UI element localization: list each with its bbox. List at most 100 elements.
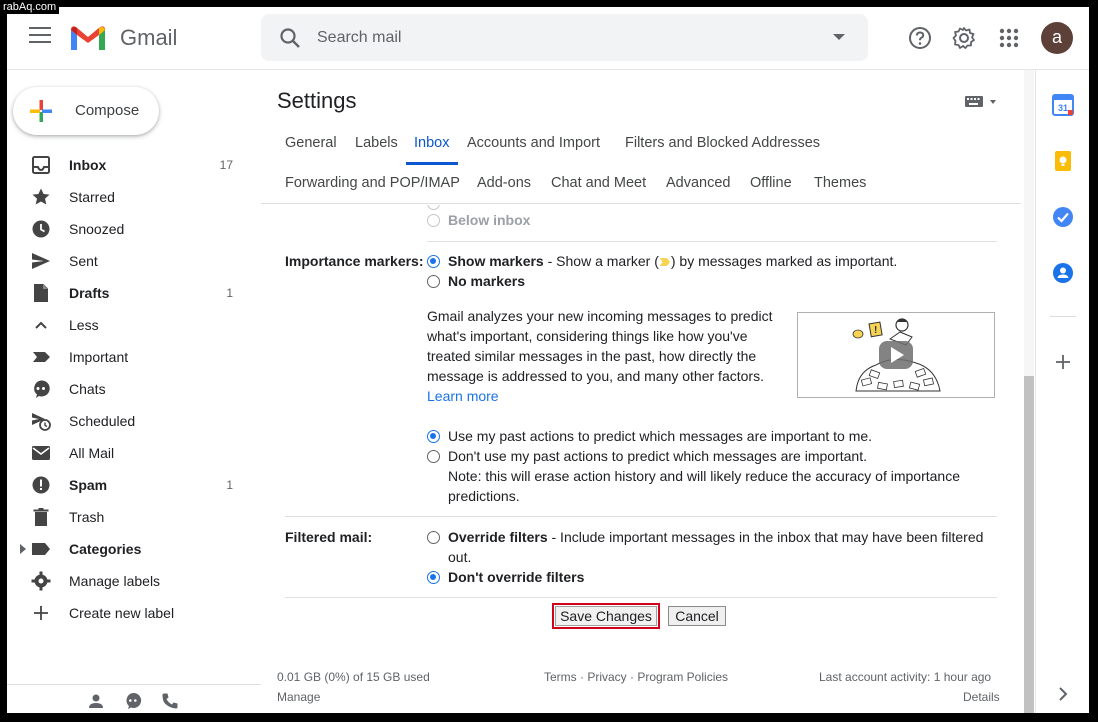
- sidebar-item-label: Less: [69, 317, 99, 333]
- radio-override-filters[interactable]: [427, 531, 440, 544]
- sidebar-item-scheduled[interactable]: Scheduled: [7, 405, 257, 437]
- sidebar-item-label: Trash: [69, 509, 105, 525]
- tab-themes[interactable]: Themes: [814, 175, 866, 191]
- tab-general[interactable]: General: [285, 135, 337, 151]
- sidebar-item-snoozed[interactable]: Snoozed: [7, 213, 257, 245]
- keep-icon[interactable]: [1052, 150, 1074, 172]
- sidebar-item-important[interactable]: Important: [7, 341, 257, 373]
- trash-icon: [33, 508, 49, 526]
- importance-illustration-icon: !: [852, 318, 941, 392]
- chevron-right-icon[interactable]: [1052, 683, 1074, 705]
- no-markers-label: No markers: [448, 273, 526, 289]
- sidebar-item-drafts[interactable]: Drafts 1: [7, 277, 257, 309]
- inbox-icon: [32, 156, 50, 174]
- note-text: Note: this will erase action history and…: [448, 468, 961, 484]
- tab-chat-meet[interactable]: Chat and Meet: [551, 175, 646, 191]
- contacts-icon[interactable]: [1052, 262, 1074, 284]
- note-text-cont: predictions.: [448, 488, 520, 504]
- calendar-icon[interactable]: 31: [1052, 94, 1074, 116]
- radio-no-markers[interactable]: [427, 275, 440, 288]
- radio-use-past-actions[interactable]: [427, 430, 440, 443]
- tab-offline[interactable]: Offline: [750, 175, 792, 191]
- sidebar-item-label: Chats: [69, 381, 106, 397]
- manage-storage-link[interactable]: Manage: [277, 690, 320, 704]
- avatar[interactable]: a: [1041, 22, 1073, 54]
- draft-icon: [34, 284, 48, 302]
- sidebar-item-all-mail[interactable]: All Mail: [7, 437, 257, 469]
- sidebar-item-manage-labels[interactable]: Manage labels: [7, 565, 257, 597]
- sidebar-item-inbox[interactable]: Inbox 17: [7, 149, 257, 181]
- sidebar-item-sent[interactable]: Sent: [7, 245, 257, 277]
- radio-dont-use-past-actions[interactable]: [427, 450, 440, 463]
- sidebar-item-categories[interactable]: Categories: [7, 533, 257, 565]
- radio-dont-override-filters[interactable]: [427, 571, 440, 584]
- details-link[interactable]: Details: [963, 690, 1000, 704]
- tab-inbox[interactable]: Inbox: [414, 135, 449, 151]
- person-icon[interactable]: [87, 692, 105, 710]
- active-tab-indicator: [406, 162, 458, 165]
- add-addon-icon[interactable]: [1052, 351, 1074, 373]
- tab-accounts-import[interactable]: Accounts and Import: [467, 135, 600, 151]
- help-icon[interactable]: [907, 25, 933, 51]
- star-icon: [32, 188, 50, 205]
- tab-filters[interactable]: Filters and Blocked Addresses: [625, 135, 820, 151]
- gear-icon[interactable]: [951, 25, 977, 51]
- override-filters-desc-cont: out.: [448, 549, 472, 565]
- radio-below-inbox[interactable]: [427, 214, 440, 227]
- scrollbar-thumb[interactable]: [1024, 376, 1034, 713]
- apps-grid-icon[interactable]: [996, 25, 1022, 51]
- sidebar-item-chats[interactable]: Chats: [7, 373, 257, 405]
- tab-advanced[interactable]: Advanced: [666, 175, 731, 191]
- phone-icon[interactable]: [161, 692, 179, 710]
- divider: [285, 516, 997, 517]
- svg-text:!: !: [874, 325, 877, 336]
- dont-override-filters-label: Don't override filters: [448, 569, 585, 585]
- save-changes-button[interactable]: Save Changes: [552, 603, 660, 629]
- sidebar-item-create-label[interactable]: Create new label: [7, 597, 257, 629]
- sidebar-item-starred[interactable]: Starred: [7, 181, 257, 213]
- sidebar-item-label: Drafts: [69, 285, 110, 301]
- sidebar-item-label: Sent: [69, 253, 98, 269]
- divider: [427, 241, 997, 242]
- importance-marker-icon: [659, 258, 670, 266]
- side-panel-divider: [1050, 316, 1076, 317]
- keyboard-icon[interactable]: [964, 94, 1004, 110]
- compose-button[interactable]: Compose: [13, 87, 159, 135]
- policy-links[interactable]: Terms · Privacy · Program Policies: [544, 670, 728, 684]
- settings-content: Below inbox Importance markers: Show mar…: [261, 205, 1021, 713]
- radio-option-hidden[interactable]: [427, 205, 440, 210]
- search-bar[interactable]: [261, 14, 868, 61]
- search-icon[interactable]: [278, 26, 302, 50]
- watermark: rabAq.com: [0, 0, 60, 14]
- chevron-up-icon: [35, 321, 47, 329]
- tab-forwarding[interactable]: Forwarding and POP/IMAP: [285, 175, 460, 191]
- tab-labels[interactable]: Labels: [355, 135, 398, 151]
- below-inbox-label: Below inbox: [448, 212, 531, 228]
- show-markers-label: Show markers: [448, 253, 544, 269]
- learn-more-link[interactable]: Learn more: [427, 388, 499, 404]
- sidebar-item-label: Manage labels: [69, 573, 161, 589]
- search-input[interactable]: [317, 26, 797, 50]
- spam-icon: [32, 476, 50, 494]
- sidebar-item-less[interactable]: Less: [7, 309, 257, 341]
- sidebar-item-trash[interactable]: Trash: [7, 501, 257, 533]
- radio-show-markers[interactable]: [427, 255, 440, 268]
- sidebar-item-spam[interactable]: Spam 1: [7, 469, 257, 501]
- show-markers-desc-a: - Show a marker (: [543, 253, 659, 269]
- sidebar-item-label: Starred: [69, 189, 115, 205]
- menu-icon[interactable]: [29, 27, 51, 47]
- chevron-right-icon[interactable]: [19, 544, 27, 554]
- tasks-icon[interactable]: [1052, 206, 1074, 228]
- importance-markers-label: Importance markers:: [285, 253, 424, 269]
- dont-use-past-actions-label: Don't use my past actions to predict whi…: [448, 448, 867, 464]
- sidebar-footer: [7, 684, 261, 713]
- show-markers-desc-b: ) by messages marked as important.: [670, 253, 898, 269]
- cancel-button[interactable]: Cancel: [667, 603, 727, 629]
- video-thumbnail[interactable]: !: [797, 312, 995, 398]
- settings-panel: Settings General Labels Inbox Accounts a…: [261, 70, 1036, 713]
- tab-addons[interactable]: Add-ons: [477, 175, 531, 191]
- chat-icon[interactable]: [124, 692, 142, 710]
- search-options-icon[interactable]: [833, 34, 845, 40]
- unread-count: 17: [219, 158, 233, 172]
- important-icon: [33, 352, 50, 362]
